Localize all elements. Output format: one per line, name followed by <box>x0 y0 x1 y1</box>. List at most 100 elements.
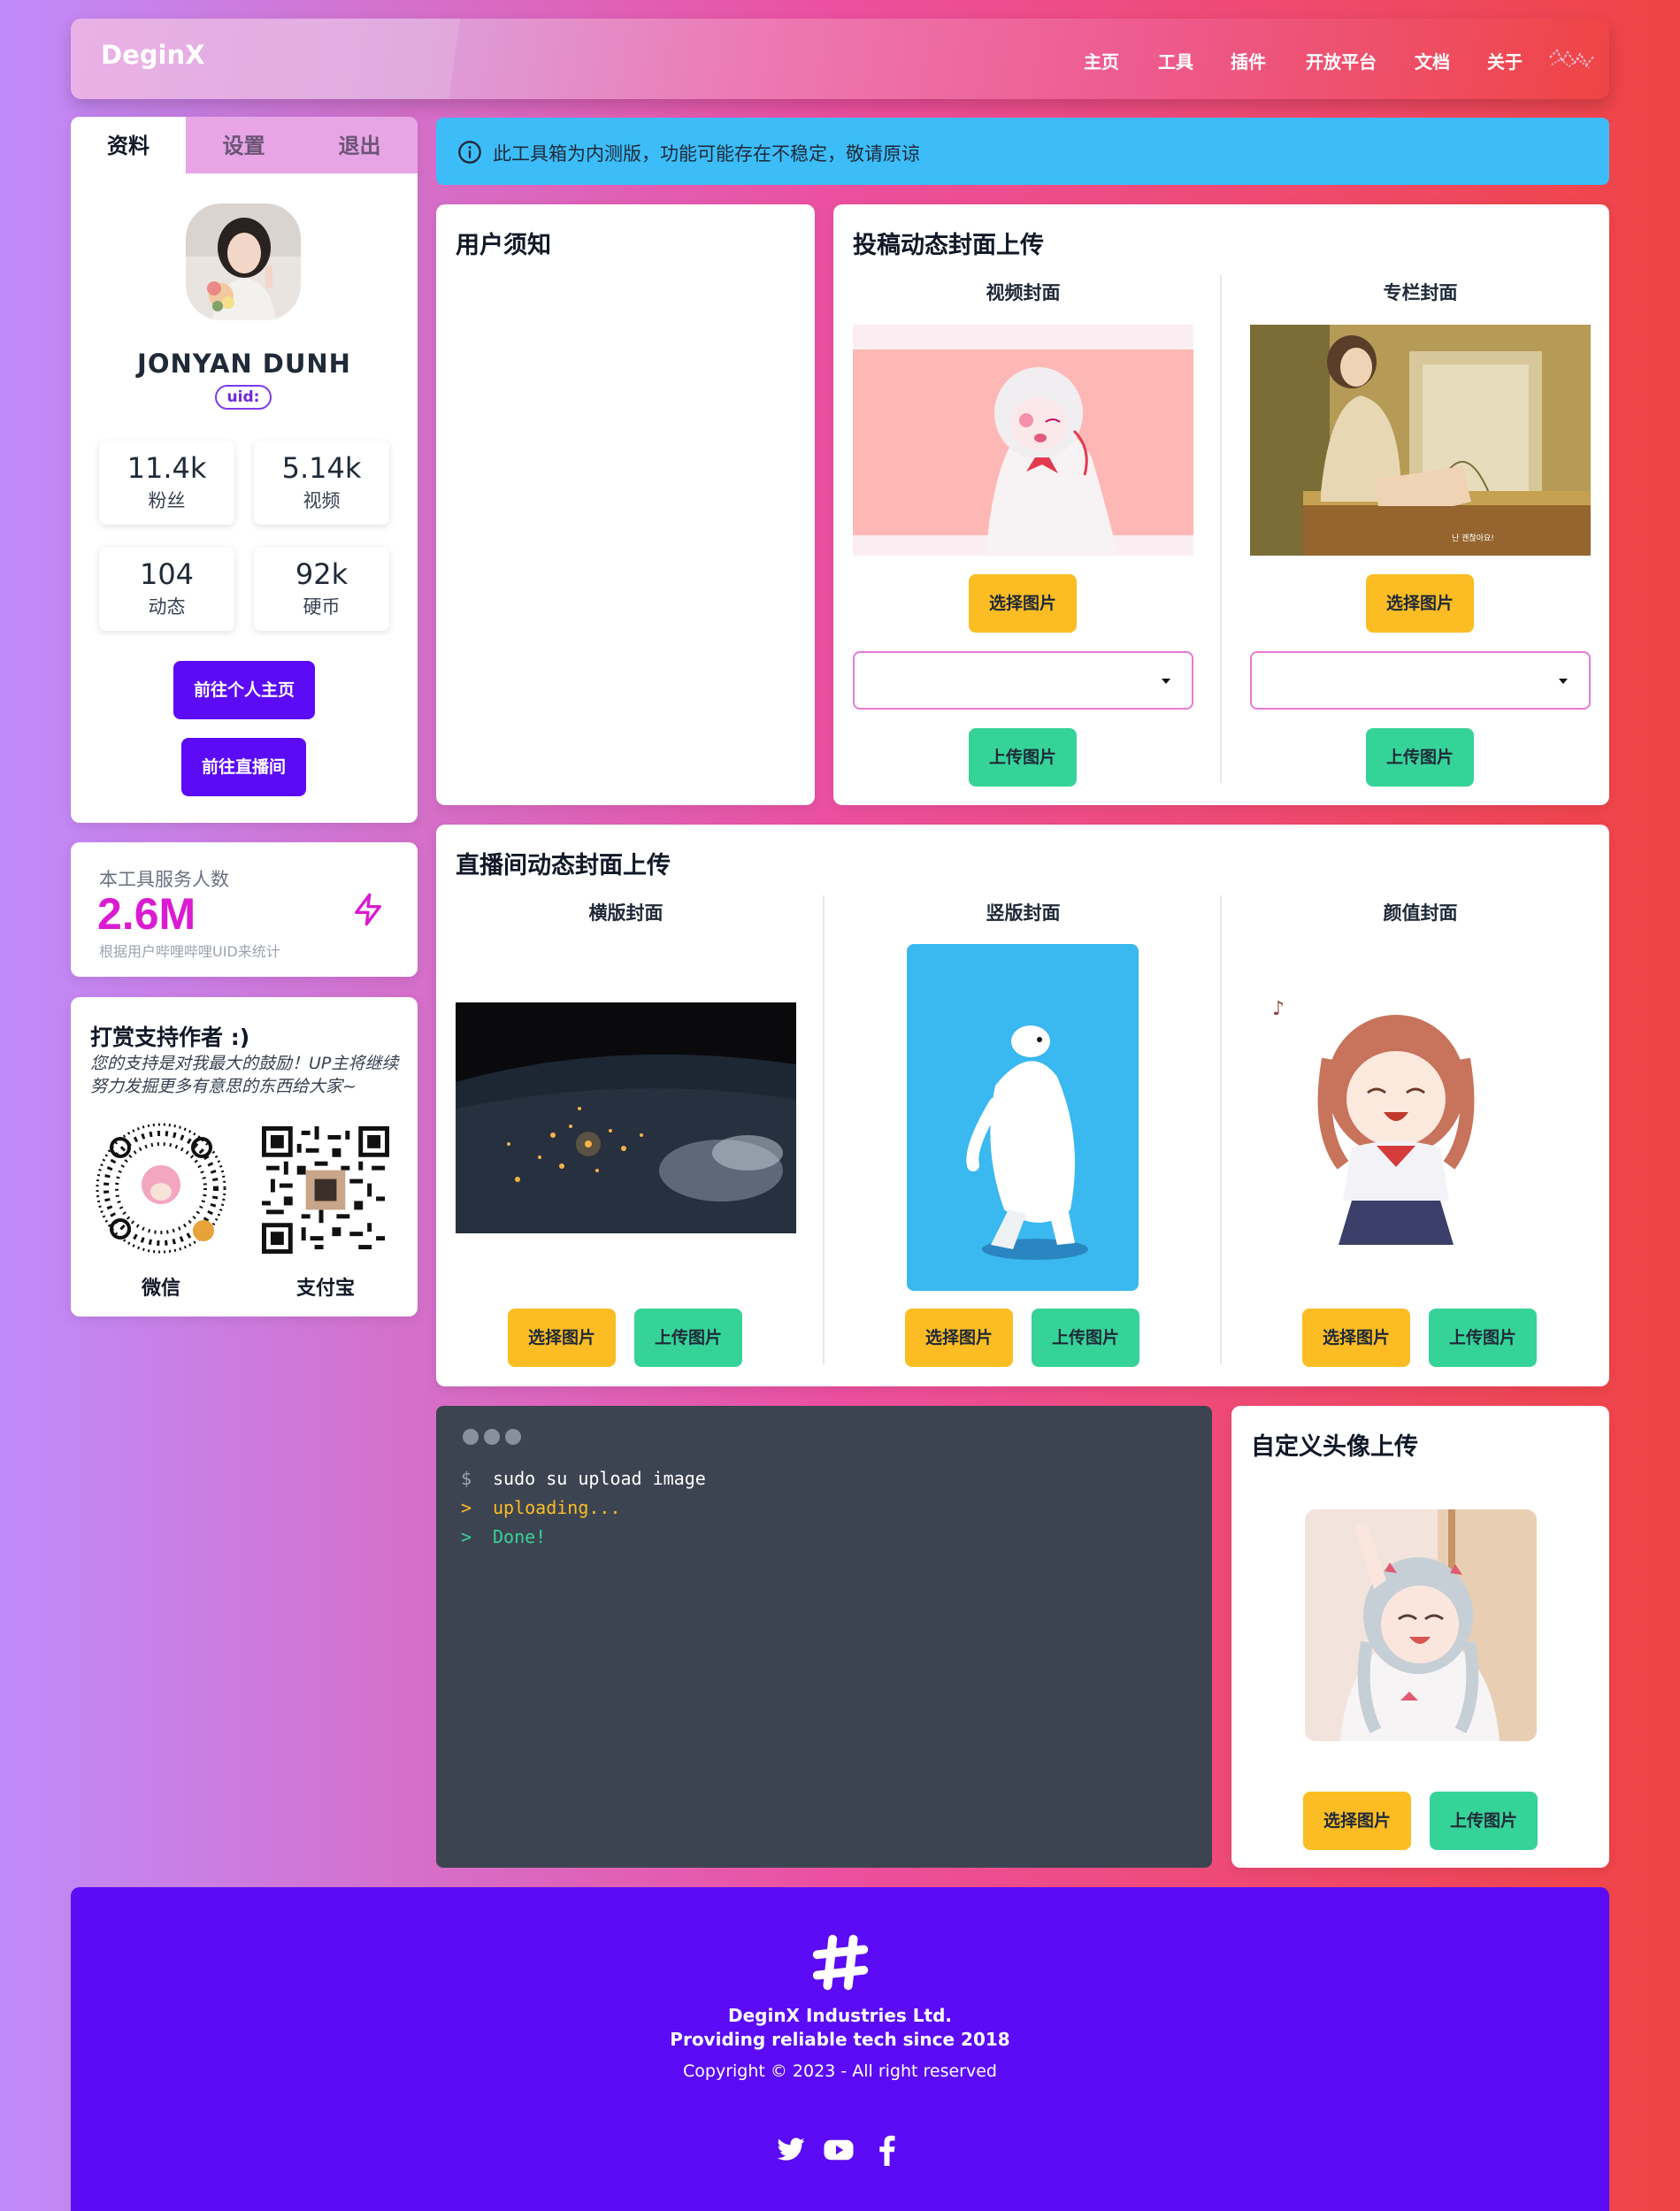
info-icon <box>458 141 481 164</box>
looks-upload-button[interactable]: 上传图片 <box>1429 1309 1537 1367</box>
terminal-text: uploading... <box>493 1497 621 1518</box>
column-cover-upload-button[interactable]: 上传图片 <box>1366 728 1474 787</box>
avatar-upload-card: 自定义头像上传 选择图片 上传图片 <box>1231 1406 1609 1868</box>
nav-decoration-icon <box>1549 49 1595 69</box>
svg-text:난 괜찮아요!: 난 괜찮아요! <box>1452 534 1494 543</box>
avatar <box>186 203 301 320</box>
nav-item-about[interactable]: 关于 <box>1487 48 1523 73</box>
donate-card: 打赏支持作者 :) 您的支持是对我最大的鼓励！UP主将继续努力发掘更多有意思的东… <box>71 997 418 1317</box>
video-cover-select[interactable] <box>853 651 1193 710</box>
terminal-mockup: $ sudo su upload image > uploading... > Don… <box>436 1406 1212 1868</box>
chevron-down-icon <box>1559 679 1568 684</box>
terminal-prompt: $ <box>461 1468 472 1489</box>
wechat-label: 微信 <box>141 1278 180 1300</box>
post-cover-title: 投稿动态封面上传 <box>853 232 1044 259</box>
avatar-upload-button[interactable]: 上传图片 <box>1430 1792 1538 1850</box>
terminal-prompt: > <box>461 1497 472 1518</box>
service-value: 2.6M <box>97 889 196 939</box>
nav-item-home[interactable]: 主页 <box>1084 48 1119 73</box>
video-cover-upload-button[interactable]: 上传图片 <box>969 728 1077 787</box>
window-dot <box>484 1429 500 1445</box>
uid-badge: uid: <box>215 385 272 410</box>
service-desc: 根据用户哔哩哔哩UID来统计 <box>99 943 280 960</box>
portrait-choose-button[interactable]: 选择图片 <box>905 1309 1013 1367</box>
nav-item-plugins[interactable]: 插件 <box>1231 48 1266 73</box>
live-cover-upload-card: 直播间动态封面上传 横版封面 竖版封面 颜值封面 ♪ 选择图片 上传图片 选择图… <box>436 825 1609 1386</box>
brand-logo[interactable]: DeginX <box>101 40 204 70</box>
terminal-text: sudo su upload image <box>493 1468 706 1489</box>
video-cover-choose-button[interactable]: 选择图片 <box>969 574 1077 633</box>
youtube-icon[interactable] <box>823 2134 855 2166</box>
terminal-line: > uploading... <box>461 1497 621 1518</box>
footer: DeginX Industries Ltd. Providing reliabl… <box>71 1887 1609 2211</box>
terminal-prompt: > <box>461 1526 472 1547</box>
facebook-icon[interactable] <box>872 2134 899 2166</box>
column-divider <box>1220 275 1222 783</box>
column-cover-select[interactable] <box>1250 651 1591 710</box>
alipay-label: 支付宝 <box>295 1278 355 1300</box>
video-cover-preview <box>853 325 1193 556</box>
looks-cover-title: 颜值封面 <box>1383 902 1458 924</box>
column-cover-title: 专栏封面 <box>1383 282 1458 303</box>
notice-text: 此工具箱为内测版，功能可能存在不稳定，敬请原谅 <box>493 143 920 165</box>
user-notice-card: 用户须知 <box>436 204 815 805</box>
goto-homepage-button[interactable]: 前往个人主页 <box>173 661 315 719</box>
stat-label: 硬币 <box>303 596 341 618</box>
alipay-qr-code <box>262 1126 389 1254</box>
landscape-upload-button[interactable]: 上传图片 <box>634 1309 742 1367</box>
post-cover-upload-card: 投稿动态封面上传 视频封面 专栏封面 난 괜찮아요! 选择图片 选择图片 上传图… <box>833 204 1609 805</box>
footer-tagline: Providing reliable tech since 2018 <box>670 2029 1010 2050</box>
terminal-line: > Done! <box>461 1526 546 1547</box>
avatar-preview <box>1305 1509 1537 1741</box>
video-cover-title: 视频封面 <box>986 282 1061 303</box>
footer-copyright: Copyright © 2023 - All right reserved <box>683 2061 997 2081</box>
stat-value: 5.14k <box>281 451 362 485</box>
nav-item-open-platform[interactable]: 开放平台 <box>1306 48 1377 73</box>
portrait-upload-button[interactable]: 上传图片 <box>1032 1309 1139 1367</box>
avatar-choose-button[interactable]: 选择图片 <box>1303 1792 1411 1850</box>
service-count-card: 本工具服务人数 2.6M 根据用户哔哩哔哩UID来统计 <box>71 842 418 977</box>
stat-label: 粉丝 <box>148 490 186 511</box>
profile-card: 资料 设置 退出 JONYAN DUNH uid: 11.4k 粉丝 5.14k… <box>71 117 418 823</box>
looks-choose-button[interactable]: 选择图片 <box>1302 1309 1410 1367</box>
stat-followers: 11.4k 粉丝 <box>99 441 234 525</box>
portrait-cover-title: 竖版封面 <box>986 902 1061 924</box>
landscape-cover-title: 横版封面 <box>588 902 664 924</box>
stat-value: 11.4k <box>127 451 207 485</box>
nav-item-docs[interactable]: 文档 <box>1415 48 1450 73</box>
navbar: DeginX 主页 工具 插件 开放平台 文档 关于 <box>71 19 1609 99</box>
stat-dynamics: 104 动态 <box>99 547 234 631</box>
landscape-choose-button[interactable]: 选择图片 <box>508 1309 616 1367</box>
footer-company: DeginX Industries Ltd. <box>727 2005 953 2026</box>
window-dot <box>463 1429 479 1445</box>
chevron-down-icon <box>1162 679 1170 684</box>
stat-value: 104 <box>139 557 195 591</box>
twitter-icon[interactable] <box>776 2135 806 2165</box>
profile-name: JONYAN DUNH <box>137 349 351 379</box>
window-dot <box>505 1429 521 1445</box>
column-divider <box>1220 895 1222 1364</box>
goto-live-button[interactable]: 前往直播间 <box>181 738 306 796</box>
avatar-upload-title: 自定义头像上传 <box>1251 1433 1418 1461</box>
stat-label: 视频 <box>303 490 341 511</box>
tab-settings[interactable]: 设置 <box>186 117 302 173</box>
nav-item-tools[interactable]: 工具 <box>1158 48 1193 73</box>
bolt-icon <box>355 893 381 926</box>
notice-alert: 此工具箱为内测版，功能可能存在不稳定，敬请原谅 <box>436 118 1609 185</box>
stat-coins: 92k 硬币 <box>254 547 389 631</box>
donate-text: 您的支持是对我最大的鼓励！UP主将继续努力发掘更多有意思的东西给大家~ <box>90 1054 399 1096</box>
landscape-cover-preview <box>456 1002 796 1233</box>
live-cover-title: 直播间动态封面上传 <box>456 852 671 879</box>
svg-text:♪: ♪ <box>1272 998 1285 1020</box>
tab-logout[interactable]: 退出 <box>302 117 418 173</box>
stat-label: 动态 <box>148 596 186 618</box>
column-cover-choose-button[interactable]: 选择图片 <box>1366 574 1474 633</box>
column-divider <box>823 895 825 1364</box>
column-cover-preview: 난 괜찮아요! <box>1250 325 1591 556</box>
stat-videos: 5.14k 视频 <box>254 441 389 525</box>
tab-profile[interactable]: 资料 <box>71 117 186 173</box>
portrait-cover-preview <box>907 944 1139 1291</box>
donate-title: 打赏支持作者 :) <box>90 1025 250 1050</box>
looks-cover-preview: ♪ <box>1272 979 1529 1245</box>
terminal-text: Done! <box>493 1526 547 1547</box>
